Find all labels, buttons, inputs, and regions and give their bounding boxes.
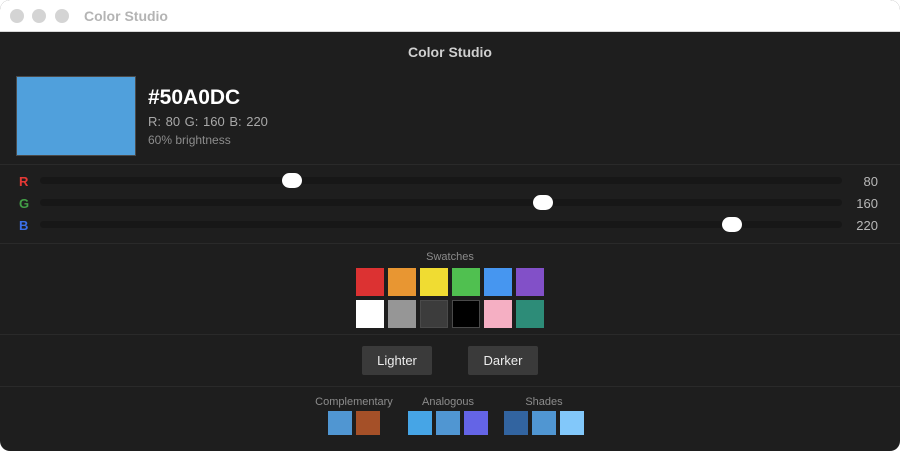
zoom-window-button[interactable] (55, 9, 69, 23)
color-swatch[interactable] (388, 300, 416, 328)
brightness-readout: 60% brightness (148, 133, 231, 147)
title-bar: Color Studio (0, 0, 900, 32)
complementary-swatch[interactable] (328, 411, 352, 435)
darker-button[interactable]: Darker (468, 346, 538, 375)
lighter-button[interactable]: Lighter (362, 346, 432, 375)
rgb-readout: R: 80 G: 160 B: 220 (148, 114, 268, 129)
color-swatch[interactable] (420, 268, 448, 296)
divider (0, 386, 900, 387)
swatch-grid (356, 268, 544, 328)
divider (0, 334, 900, 335)
blue-channel-label: B (19, 218, 29, 233)
color-preview (16, 76, 136, 156)
blue-slider-thumb[interactable] (721, 217, 742, 232)
color-swatch[interactable] (452, 300, 480, 328)
red-slider-track[interactable] (40, 173, 842, 188)
complementary-swatch[interactable] (356, 411, 380, 435)
color-swatch[interactable] (484, 268, 512, 296)
close-window-button[interactable] (10, 9, 24, 23)
shade-swatch[interactable] (560, 411, 584, 435)
divider (0, 243, 900, 244)
red-channel-label: R (19, 174, 29, 189)
swatches-title: Swatches (426, 251, 474, 263)
analogous-label: Analogous (422, 396, 474, 408)
shade-swatch[interactable] (504, 411, 528, 435)
green-slider-track[interactable] (40, 195, 842, 210)
color-swatch[interactable] (516, 300, 544, 328)
analogous-swatch[interactable] (436, 411, 460, 435)
color-swatch[interactable] (356, 300, 384, 328)
minimize-window-button[interactable] (32, 9, 46, 23)
color-swatch[interactable] (516, 268, 544, 296)
green-slider-thumb[interactable] (533, 195, 554, 210)
green-channel-label: G (19, 196, 30, 211)
hex-value: #50A0DC (148, 86, 241, 109)
window-title: Color Studio (84, 8, 168, 24)
color-swatch[interactable] (356, 268, 384, 296)
red-slider-thumb[interactable] (281, 173, 302, 188)
blue-value: 220 (856, 218, 878, 233)
complementary-label: Complementary (315, 396, 393, 408)
blue-slider-track[interactable] (40, 217, 842, 232)
red-value: 80 (863, 174, 878, 189)
analogous-swatch[interactable] (408, 411, 432, 435)
color-swatch[interactable] (388, 268, 416, 296)
green-value: 160 (856, 196, 878, 211)
shade-swatch[interactable] (532, 411, 556, 435)
analogous-swatch[interactable] (464, 411, 488, 435)
divider (0, 164, 900, 165)
color-swatch[interactable] (420, 300, 448, 328)
color-swatch[interactable] (484, 300, 512, 328)
color-swatch[interactable] (452, 268, 480, 296)
app-title: Color Studio (408, 44, 492, 60)
app-window: Color Studio Color Studio #50A0DC R: 80 … (0, 0, 900, 451)
shades-label: Shades (525, 396, 563, 408)
